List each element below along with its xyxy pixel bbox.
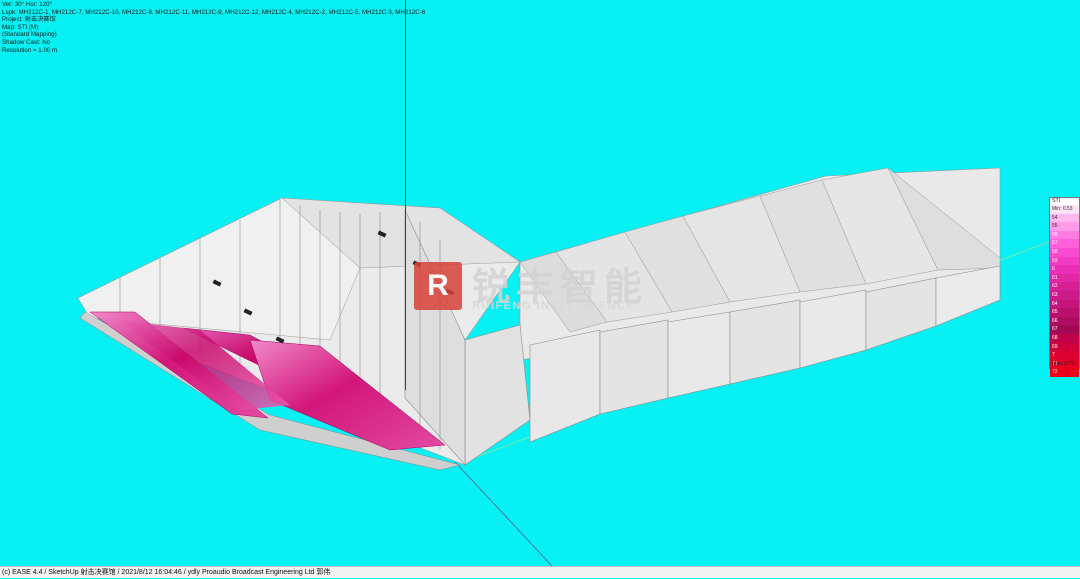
- legend-rows: Min: 0.53 54 55 56 57 58 59 6 61 62 63 64 65 66 67 68 69…: [1050, 205, 1079, 377]
- legend-row: 54: [1050, 213, 1079, 223]
- legend-row: 61: [1050, 273, 1079, 283]
- legend-row: 62: [1050, 282, 1079, 291]
- legend-row: 57: [1050, 239, 1079, 248]
- legend-row: 72: [1050, 368, 1079, 377]
- legend-row: 66: [1050, 316, 1079, 326]
- legend-row: 6: [1050, 265, 1079, 274]
- legend-row: 64: [1050, 299, 1079, 309]
- legend-row: 56: [1050, 230, 1079, 240]
- legend-row: 69: [1050, 342, 1079, 352]
- 3d-viewport[interactable]: Ver: 30° Hor: 120° Lspk: MH212C-1, MH212…: [0, 0, 1080, 566]
- watermark-logo: R: [414, 262, 462, 310]
- sti-color-legend: STI Min: 0.53 54 55 56 57 58 59 6 61 62 63 64 65 66 67…: [1049, 197, 1080, 377]
- legend-max: Max: 0.73: [1052, 361, 1074, 367]
- watermark: R 锐丰智能 RUIFENG INTELLIGENCE: [414, 258, 684, 318]
- legend-row: 59: [1050, 256, 1079, 266]
- watermark-english-text: RUIFENG INTELLIGENCE: [472, 300, 636, 312]
- legend-row: Min: 0.53: [1050, 205, 1079, 214]
- legend-row: 7: [1050, 351, 1079, 360]
- axis-line-vertical: [405, 0, 406, 390]
- legend-row: 68: [1050, 333, 1079, 343]
- legend-row: 65: [1050, 308, 1079, 317]
- legend-row: 67: [1050, 325, 1079, 334]
- status-bar: (c) EASE 4.4 / SketchUp 射击决赛馆 / 2021/8/1…: [0, 566, 1080, 578]
- legend-row: 55: [1050, 222, 1079, 231]
- legend-row: 58: [1050, 247, 1079, 257]
- axis-line-dark: [454, 461, 553, 566]
- legend-row: 63: [1050, 290, 1079, 300]
- legend-title: STI: [1052, 198, 1061, 204]
